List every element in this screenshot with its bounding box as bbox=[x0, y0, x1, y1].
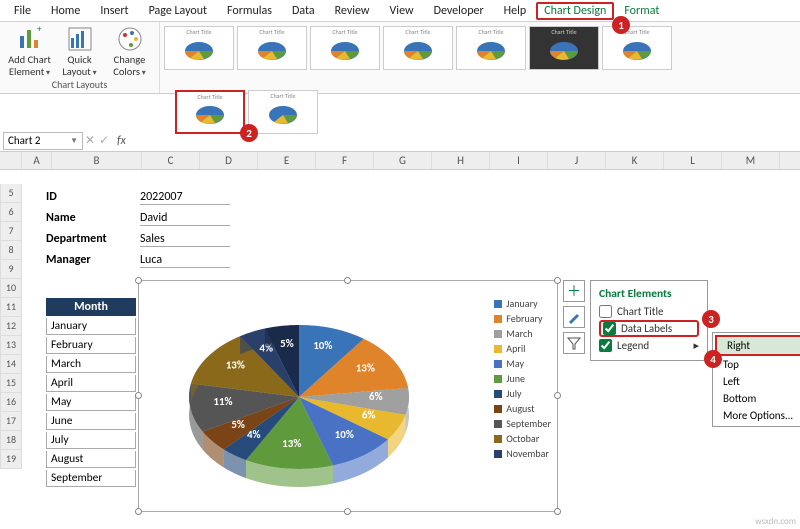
cancel-formula-icon[interactable]: ✕ bbox=[83, 133, 97, 148]
fx-icon[interactable]: fx bbox=[117, 134, 126, 148]
mgr-value[interactable]: Luca bbox=[140, 253, 230, 268]
name-box[interactable]: Chart 2▼ bbox=[3, 132, 83, 150]
dept-value[interactable]: Sales bbox=[140, 232, 230, 247]
ribbon: + Add Chart Element ▾ Quick Layout ▾ Cha… bbox=[0, 22, 800, 94]
data-labels-checkbox[interactable]: Data Labels bbox=[599, 320, 699, 337]
formula-bar: Chart 2▼ ✕ ✓ fx bbox=[0, 130, 800, 152]
month-cell[interactable]: April bbox=[46, 375, 136, 392]
embedded-chart[interactable]: 10%13%6%6%10%13%4%5%11%13%4%5% JanuaryFe… bbox=[138, 280, 558, 512]
svg-text:+: + bbox=[37, 26, 42, 35]
chart-style-thumb[interactable]: Chart Title bbox=[310, 26, 380, 70]
add-chart-element-icon: + bbox=[17, 26, 43, 52]
chart-style-thumb[interactable]: Chart Title bbox=[164, 26, 234, 70]
tab-help[interactable]: Help bbox=[494, 2, 537, 20]
legend-right[interactable]: Right bbox=[715, 335, 800, 356]
svg-text:6%: 6% bbox=[362, 408, 376, 421]
chart-legend: JanuaryFebruaryMarchAprilMayJuneJulyAugu… bbox=[494, 295, 551, 462]
month-cell[interactable]: March bbox=[46, 356, 136, 373]
chevron-down-icon: ▼ bbox=[70, 136, 78, 146]
month-cell[interactable]: August bbox=[46, 451, 136, 468]
row-headers[interactable]: 5678910111213141516171819 bbox=[0, 184, 22, 469]
tab-formulas[interactable]: Formulas bbox=[217, 2, 282, 20]
quick-layout-button[interactable]: Quick Layout ▾ bbox=[58, 26, 102, 77]
tab-chart-design[interactable]: Chart Design bbox=[536, 2, 614, 20]
legend-left[interactable]: Left bbox=[713, 373, 800, 390]
pie-chart: 10%13%6%6%10%13%4%5%11%13%4%5% bbox=[149, 287, 449, 507]
tab-insert[interactable]: Insert bbox=[90, 2, 138, 20]
month-cell[interactable]: July bbox=[46, 432, 136, 449]
id-value[interactable]: 2022007 bbox=[140, 190, 230, 205]
month-cell[interactable]: June bbox=[46, 413, 136, 430]
svg-text:10%: 10% bbox=[335, 428, 354, 441]
add-chart-element-button[interactable]: + Add Chart Element ▾ bbox=[8, 26, 52, 77]
month-header: Month bbox=[46, 298, 136, 316]
legend-bottom[interactable]: Bottom bbox=[713, 390, 800, 407]
id-label: ID bbox=[46, 190, 57, 204]
chart-title-checkbox[interactable]: Chart Title bbox=[599, 305, 699, 318]
quick-layout-icon bbox=[67, 26, 93, 52]
name-value[interactable]: David bbox=[140, 211, 230, 226]
svg-text:13%: 13% bbox=[282, 437, 301, 450]
column-headers[interactable]: ABCDEFGHIJKLM bbox=[0, 152, 800, 170]
chart-elements-title: Chart Elements bbox=[599, 287, 699, 301]
chevron-right-icon: ▸ bbox=[693, 339, 699, 352]
chart-style-thumb[interactable]: Chart Title bbox=[456, 26, 526, 70]
legend-top[interactable]: Top bbox=[713, 356, 800, 373]
svg-text:5%: 5% bbox=[280, 337, 294, 350]
month-cell[interactable]: September bbox=[46, 470, 136, 487]
chart-elements-button[interactable]: ＋ bbox=[563, 280, 585, 302]
funnel-icon bbox=[567, 336, 581, 350]
tab-file[interactable]: File bbox=[4, 2, 41, 20]
chart-style-thumb[interactable]: Chart Title bbox=[529, 26, 599, 70]
svg-text:13%: 13% bbox=[226, 359, 245, 372]
month-cell[interactable]: January bbox=[46, 318, 136, 335]
chart-styles-button[interactable] bbox=[563, 306, 585, 328]
month-cell[interactable]: February bbox=[46, 337, 136, 354]
chart-style-thumb[interactable]: Chart Title bbox=[175, 90, 245, 134]
tab-page-layout[interactable]: Page Layout bbox=[139, 2, 217, 20]
ribbon-group-chart-layouts: + Add Chart Element ▾ Quick Layout ▾ Cha… bbox=[0, 22, 160, 93]
ribbon-tabs: File Home Insert Page Layout Formulas Da… bbox=[0, 0, 800, 22]
tab-home[interactable]: Home bbox=[41, 2, 90, 20]
mgr-label: Manager bbox=[46, 253, 91, 267]
svg-text:13%: 13% bbox=[356, 361, 375, 374]
enter-formula-icon[interactable]: ✓ bbox=[97, 133, 111, 148]
chart-style-thumb[interactable]: Chart Title bbox=[602, 26, 672, 70]
month-cell[interactable]: May bbox=[46, 394, 136, 411]
tab-data[interactable]: Data bbox=[282, 2, 325, 20]
change-colors-button[interactable]: Change Colors ▾ bbox=[108, 26, 152, 77]
callout-3: 3 bbox=[702, 310, 720, 328]
callout-2: 2 bbox=[240, 124, 258, 142]
chart-styles-gallery[interactable]: Chart TitleChart TitleChart TitleChart T… bbox=[160, 22, 720, 93]
callout-4: 4 bbox=[704, 350, 722, 368]
chart-style-thumb[interactable]: Chart Title bbox=[237, 26, 307, 70]
callout-1: 1 bbox=[612, 16, 630, 34]
svg-text:6%: 6% bbox=[369, 390, 383, 403]
tab-developer[interactable]: Developer bbox=[424, 2, 494, 20]
brush-icon bbox=[567, 310, 581, 324]
chart-elements-panel: Chart Elements Chart Title Data Labels L… bbox=[590, 280, 708, 361]
watermark: wsxdn.com bbox=[755, 516, 796, 527]
legend-position-menu: Right Top Left Bottom More Options... bbox=[712, 332, 800, 427]
tab-review[interactable]: Review bbox=[325, 2, 380, 20]
svg-text:11%: 11% bbox=[213, 395, 232, 408]
legend-more-options[interactable]: More Options... bbox=[713, 407, 800, 424]
name-label: Name bbox=[46, 211, 76, 225]
chart-filters-button[interactable] bbox=[563, 332, 585, 354]
chart-style-thumb[interactable]: Chart Title bbox=[248, 90, 318, 134]
palette-icon bbox=[117, 26, 143, 52]
ribbon-group-label: Chart Layouts bbox=[52, 78, 107, 91]
tab-view[interactable]: View bbox=[380, 2, 424, 20]
legend-checkbox[interactable]: Legend▸ bbox=[599, 339, 699, 352]
dept-label: Department bbox=[46, 232, 107, 246]
chart-style-thumb[interactable]: Chart Title bbox=[383, 26, 453, 70]
svg-text:10%: 10% bbox=[313, 339, 332, 352]
